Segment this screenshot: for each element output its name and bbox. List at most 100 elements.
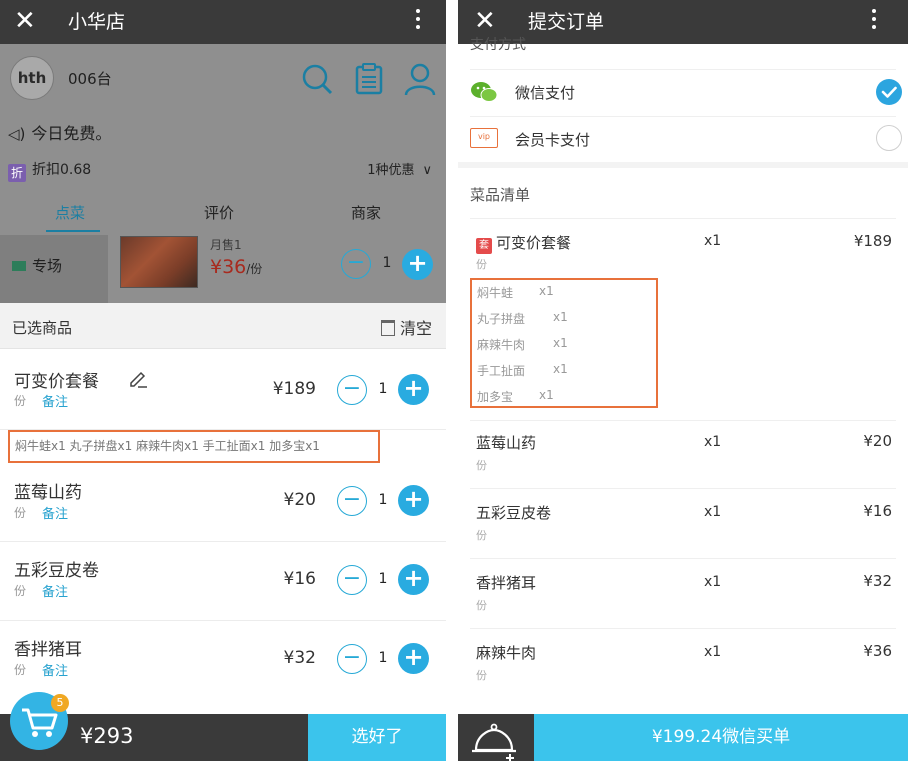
divider: [470, 628, 896, 629]
divider: [470, 488, 896, 489]
increase-button[interactable]: +: [398, 643, 429, 674]
order-item-price: ¥16: [863, 502, 892, 520]
menu-screen: ✕ 小华店 hth 006台 ◁) 今日免费。 折 折扣0.68 1种优惠 ∨ …: [0, 0, 446, 761]
trash-icon: [380, 320, 395, 336]
dish-price: ¥36/份: [210, 256, 263, 278]
increase-button[interactable]: +: [398, 485, 429, 516]
item-unit: 份: [14, 394, 27, 408]
decrease-button[interactable]: −: [337, 486, 367, 516]
order-item-price: ¥189: [853, 232, 892, 250]
cart-total: ¥293: [80, 724, 134, 748]
menu-header-dimmed: hth 006台 ◁) 今日免费。 折折扣0.68 1种优惠 ∨ 点菜 评价 商…: [0, 44, 446, 303]
selected-header: 已选商品 清空: [0, 303, 446, 349]
decrease-button[interactable]: −: [337, 375, 367, 405]
order-item-price: ¥20: [863, 432, 892, 450]
order-item-unit: 份: [476, 459, 487, 472]
order-item-unit: 份: [476, 258, 487, 271]
item-price: ¥32: [283, 648, 316, 668]
order-item-qty: x1: [704, 644, 722, 660]
quantity: 1: [378, 650, 388, 666]
item-name: 可变价套餐: [14, 372, 99, 392]
payment-option-wechat[interactable]: 微信支付: [458, 70, 908, 116]
edit-icon[interactable]: [128, 368, 148, 388]
item-unit: 份: [14, 584, 27, 598]
divider: [470, 218, 896, 219]
discount-badge: 折: [8, 164, 26, 182]
subitem: 麻辣牛肉 x1: [477, 336, 568, 352]
order-item-name: 麻辣牛肉: [476, 644, 537, 662]
increase-button[interactable]: +: [398, 564, 429, 595]
notice-text: 今日免费。: [31, 124, 112, 143]
subitem: 手工扯面 x1: [477, 362, 568, 378]
payment-label: 会员卡支付: [515, 131, 591, 149]
subitem: 焖牛蛙 x1: [477, 284, 554, 300]
order-item-unit: 份: [476, 529, 487, 542]
more-icon[interactable]: [414, 6, 422, 36]
pay-button[interactable]: ¥199.24微信买单: [534, 714, 908, 761]
close-icon[interactable]: ✕: [14, 6, 36, 36]
promo-text: 1种优惠: [367, 163, 415, 178]
payment-section-title: 支付方式: [470, 37, 526, 53]
selected-radio[interactable]: [876, 79, 902, 105]
table-number: 006台: [68, 70, 112, 88]
decrease-button[interactable]: −: [341, 249, 371, 279]
menu-section-title: 菜品清单: [470, 186, 531, 204]
quantity: 1: [378, 492, 388, 508]
order-item-name: 蓝莓山药: [476, 434, 537, 452]
note-link[interactable]: 备注: [42, 391, 68, 410]
selected-title: 已选商品: [12, 319, 73, 337]
set-subitems-highlight: 焖牛蛙x1 丸子拼盘x1 麻辣牛肉x1 手工扯面x1 加多宝x1: [470, 278, 658, 408]
order-item-qty: x1: [704, 233, 722, 249]
divider: [470, 420, 896, 421]
order-item-price: ¥36: [863, 642, 892, 660]
item-price: ¥16: [283, 569, 316, 589]
close-icon[interactable]: ✕: [474, 6, 496, 36]
cart-item: 五彩豆皮卷 份 备注 ¥16 − 1 +: [0, 542, 446, 621]
order-item-name: 套可变价套餐: [476, 232, 571, 254]
order-list-icon[interactable]: [352, 62, 386, 96]
quantity: 1: [378, 381, 388, 397]
cart-item: 蓝莓山药 份 备注 ¥20 − 1 +: [0, 464, 446, 542]
monthly-sales: 月售1: [210, 238, 242, 252]
store-logo: hth: [10, 56, 54, 100]
order-item-price: ¥32: [863, 572, 892, 590]
done-button[interactable]: 选好了: [308, 714, 446, 761]
note-link[interactable]: 备注: [42, 660, 68, 679]
user-icon[interactable]: [403, 62, 437, 96]
order-item-name: 五彩豆皮卷: [476, 504, 552, 522]
item-name: 五彩豆皮卷: [14, 561, 99, 581]
tab-bar: 点菜 评价 商家: [0, 192, 446, 232]
item-price: ¥20: [283, 490, 316, 510]
order-item-unit: 份: [476, 669, 487, 682]
page-title: 提交订单: [528, 11, 605, 33]
note-link[interactable]: 备注: [42, 503, 68, 522]
promo-toggle[interactable]: 1种优惠 ∨: [367, 159, 432, 178]
store-row: hth 006台: [0, 44, 446, 116]
dish-image[interactable]: [120, 236, 198, 288]
vip-card-icon: vip: [470, 128, 498, 148]
item-price: ¥189: [272, 379, 316, 399]
check-icon: [881, 86, 897, 98]
search-icon[interactable]: [300, 62, 334, 96]
decrease-button[interactable]: −: [337, 565, 367, 595]
subitem: 丸子拼盘 x1: [477, 310, 568, 326]
submit-order-screen: ✕ 提交订单 支付方式 微信支付 vip 会员卡支付 菜品清单 套 可变价套餐 …: [458, 0, 908, 761]
increase-button[interactable]: +: [402, 249, 433, 280]
tab-order[interactable]: 点菜: [55, 202, 85, 223]
decrease-button[interactable]: −: [337, 644, 367, 674]
order-item-name: 香拌猪耳: [476, 574, 537, 592]
more-icon[interactable]: [870, 6, 878, 36]
cart-item: 可变价套餐 份 备注 ¥189 − 1 +: [0, 350, 446, 430]
tab-merchant[interactable]: 商家: [351, 202, 381, 223]
item-unit: 份: [14, 663, 27, 677]
category-item[interactable]: 专场: [0, 235, 108, 303]
clear-button[interactable]: 清空: [380, 315, 432, 339]
item-name: 蓝莓山药: [14, 483, 82, 503]
payment-option-member-card[interactable]: vip 会员卡支付: [458, 116, 908, 162]
tab-reviews[interactable]: 评价: [204, 202, 234, 223]
unselected-radio[interactable]: [876, 125, 902, 151]
note-link[interactable]: 备注: [42, 581, 68, 600]
increase-button[interactable]: +: [398, 374, 429, 405]
set-subitems: 焖牛蛙x1 丸子拼盘x1 麻辣牛肉x1 手工扯面x1 加多宝x1: [15, 439, 320, 453]
bell-icon[interactable]: [466, 716, 524, 761]
